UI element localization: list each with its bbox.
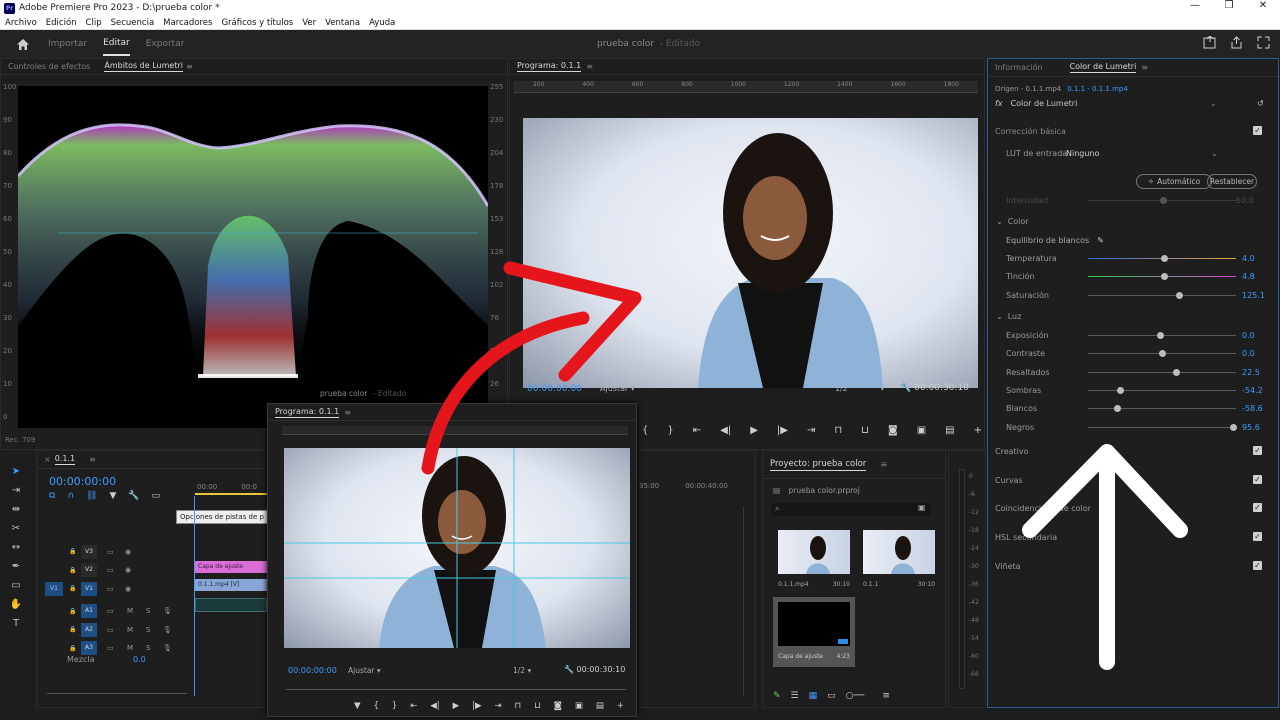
red-curved-arrow [421,311,590,475]
annotation-overlay [421,261,1188,670]
white-arrow-up [1022,444,1188,670]
